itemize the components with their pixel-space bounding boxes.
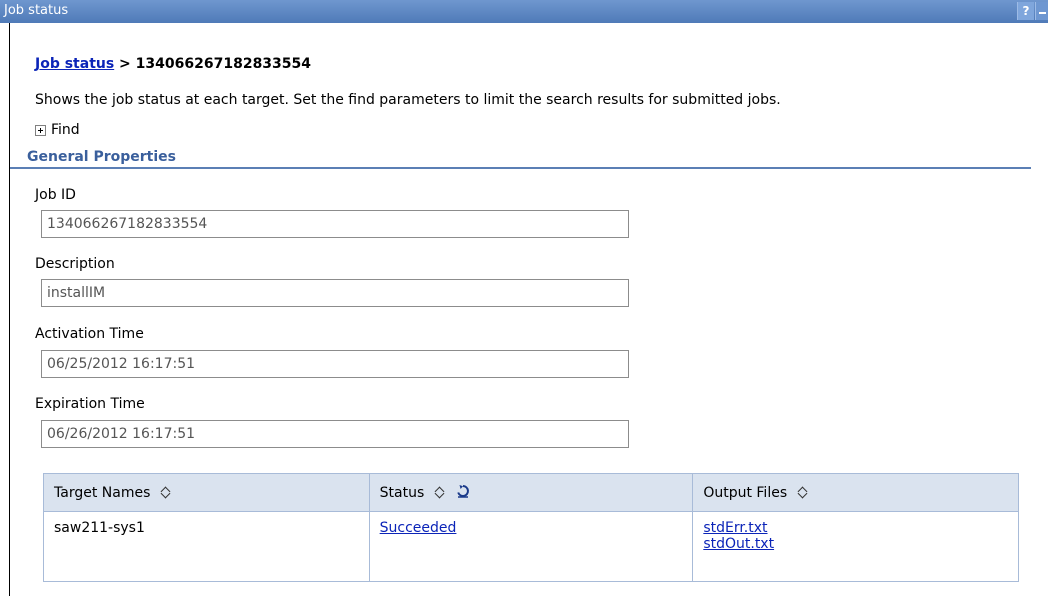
find-toggle[interactable]: Find bbox=[35, 122, 80, 138]
sort-icon[interactable] bbox=[160, 486, 172, 500]
expiration-time-field[interactable]: 06/26/2012 16:17:51 bbox=[41, 420, 629, 448]
column-header-output-files[interactable]: Output Files bbox=[692, 473, 1019, 512]
column-label: Target Names bbox=[54, 484, 151, 501]
page-description: Shows the job status at each target. Set… bbox=[35, 92, 781, 108]
description-field[interactable]: installIM bbox=[41, 279, 629, 307]
output-file-link-stdout[interactable]: stdOut.txt bbox=[703, 536, 1008, 552]
job-target-table: Target Names Status Output Files saw211-… bbox=[43, 473, 1019, 582]
column-header-target-names[interactable]: Target Names bbox=[43, 473, 370, 512]
breadcrumb-current: 134066267182833554 bbox=[135, 56, 312, 72]
help-button[interactable]: ? bbox=[1017, 2, 1034, 20]
table-header-row: Target Names Status Output Files bbox=[43, 473, 1019, 512]
window-title: Job status bbox=[4, 3, 69, 18]
minimize-button[interactable] bbox=[1035, 2, 1048, 20]
column-label: Output Files bbox=[703, 484, 788, 501]
expiration-time-label: Expiration Time bbox=[35, 396, 145, 412]
breadcrumb-link-job-status[interactable]: Job status bbox=[35, 56, 114, 72]
expand-icon[interactable] bbox=[35, 124, 46, 136]
breadcrumb-separator: > bbox=[114, 56, 136, 72]
activation-time-field[interactable]: 06/25/2012 16:17:51 bbox=[41, 350, 629, 378]
activation-time-label: Activation Time bbox=[35, 326, 144, 342]
column-label: Status bbox=[379, 484, 425, 501]
job-id-field[interactable]: 134066267182833554 bbox=[41, 210, 629, 238]
job-id-label: Job ID bbox=[35, 187, 76, 203]
target-name-cell: saw211-sys1 bbox=[43, 511, 370, 582]
output-files-cell: stdErr.txt stdOut.txt bbox=[692, 511, 1019, 582]
find-label: Find bbox=[51, 122, 80, 138]
status-link[interactable]: Succeeded bbox=[380, 520, 683, 536]
status-cell: Succeeded bbox=[368, 511, 694, 582]
column-header-status[interactable]: Status bbox=[368, 473, 694, 512]
sort-icon[interactable] bbox=[434, 486, 446, 500]
output-file-link-stderr[interactable]: stdErr.txt bbox=[703, 520, 1008, 536]
left-border bbox=[9, 23, 10, 596]
description-label: Description bbox=[35, 256, 115, 272]
sort-icon[interactable] bbox=[797, 486, 809, 500]
table-row: saw211-sys1 Succeeded stdErr.txt stdOut.… bbox=[43, 511, 1019, 582]
refresh-icon[interactable] bbox=[456, 484, 470, 502]
breadcrumb: Job status > 134066267182833554 bbox=[35, 56, 311, 72]
window-titlebar: Job status ? bbox=[0, 0, 1048, 23]
section-title: General Properties bbox=[27, 149, 176, 165]
section-divider bbox=[10, 167, 1031, 169]
